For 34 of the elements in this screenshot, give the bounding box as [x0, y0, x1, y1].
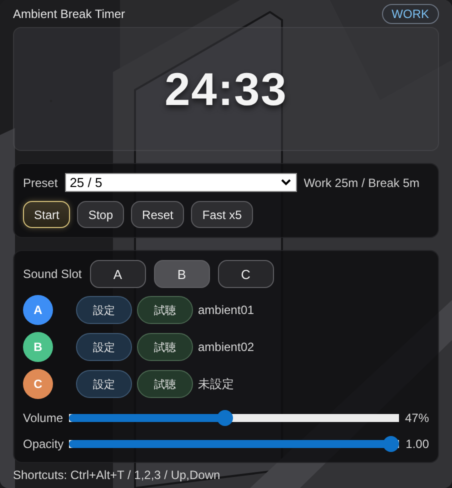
slider-label: Volume	[23, 410, 64, 424]
slot-tab[interactable]: A	[90, 260, 146, 288]
set-button[interactable]: 設定	[76, 296, 132, 324]
mode-badge: WORK	[382, 4, 439, 24]
slider-reading: 47%	[404, 410, 429, 424]
slider-thumb[interactable]	[216, 410, 233, 426]
chevron-down-icon	[280, 179, 291, 186]
slot-badge: A	[23, 295, 53, 325]
window-title: Ambient Break Timer	[13, 7, 126, 21]
control-button[interactable]: Fast x5	[191, 201, 253, 228]
preview-button[interactable]: 試聴	[137, 333, 193, 361]
shortcuts-hint: Shortcuts: Ctrl+Alt+T / 1,2,3 / Up,Down	[13, 468, 222, 482]
preset-summary: Work 25m / Break 5m	[304, 176, 420, 190]
slot-badge: C	[23, 369, 53, 399]
control-button[interactable]: Stop	[77, 201, 124, 228]
preset-select[interactable]: 25 / 5	[64, 173, 297, 192]
slot-badge: B	[23, 332, 53, 362]
sound-file-name: ambient02	[198, 340, 254, 354]
control-button[interactable]: Start	[23, 201, 70, 228]
preview-button[interactable]: 試聴	[137, 370, 193, 398]
set-button[interactable]: 設定	[76, 333, 132, 361]
timer-display: 24:33	[164, 62, 288, 116]
preview-button[interactable]: 試聴	[137, 296, 193, 324]
slot-tab[interactable]: C	[218, 260, 274, 288]
preset-label: Preset	[23, 176, 58, 190]
slider-thumb[interactable]	[383, 436, 399, 452]
slider-reading: 1.00	[406, 436, 429, 450]
slider-label: Opacity	[23, 436, 65, 450]
slot-tab[interactable]: B	[154, 260, 210, 288]
sound-file-name: ambient01	[198, 303, 254, 317]
set-button[interactable]: 設定	[76, 370, 132, 398]
sound-slot-label: Sound Slot	[23, 267, 82, 281]
control-button[interactable]: Reset	[131, 201, 184, 228]
sound-file-name: 未設定	[198, 376, 234, 392]
